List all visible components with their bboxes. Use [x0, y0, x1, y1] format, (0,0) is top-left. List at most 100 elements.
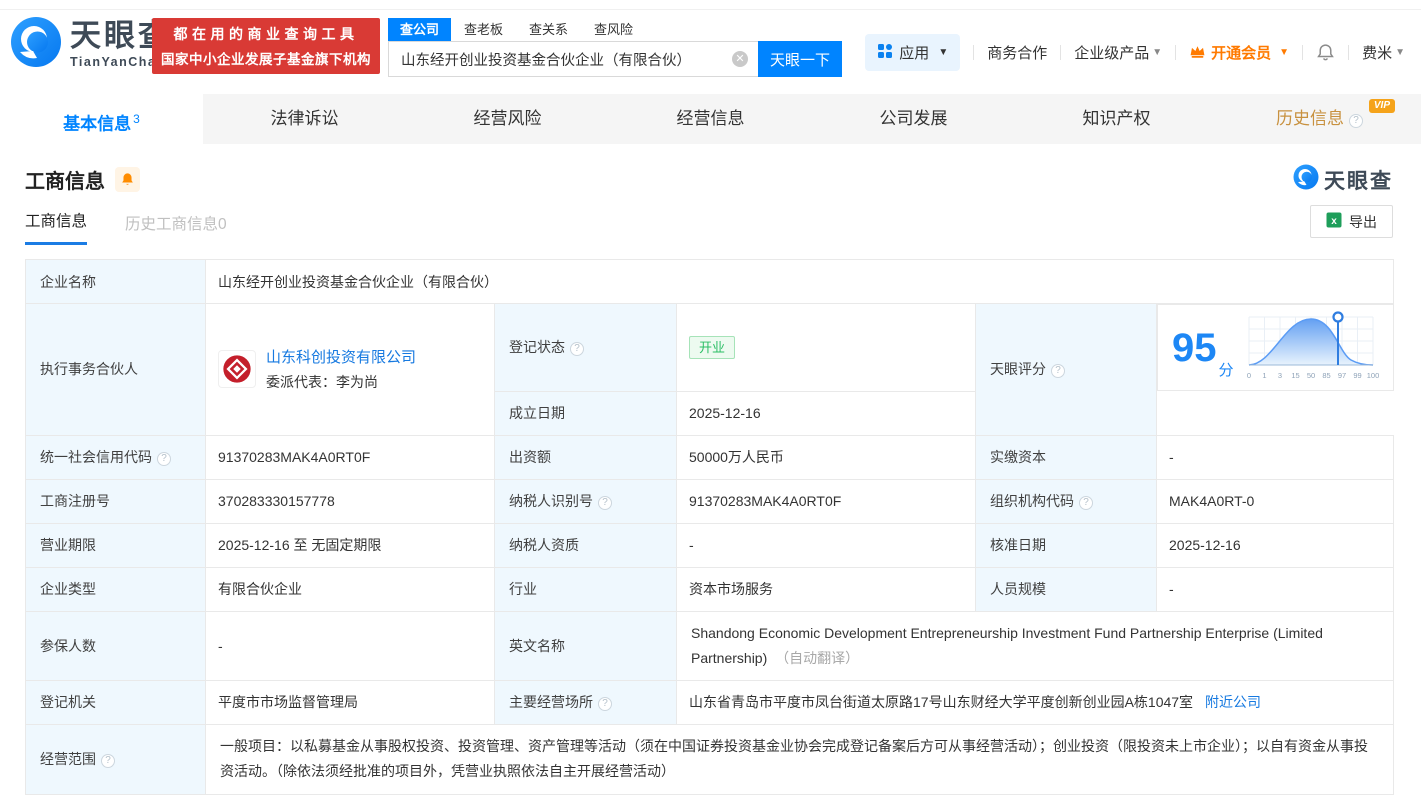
svg-text:97: 97	[1337, 371, 1345, 380]
partner-label: 执行事务合伙人	[26, 304, 206, 436]
type-value: 有限合伙企业	[206, 567, 495, 611]
tab-legal[interactable]: 法律诉讼	[203, 94, 406, 144]
svg-text:50: 50	[1306, 371, 1314, 380]
address-cell: 山东省青岛市平度市凤台街道太原路17号山东财经大学平度创新创业园A栋1047室 …	[677, 680, 1394, 724]
help-icon[interactable]	[101, 754, 115, 768]
chevron-down-icon: ▼	[1152, 47, 1162, 58]
staff-value: -	[1157, 567, 1394, 611]
taxid-value: 91370283MAK4A0RT0F	[677, 479, 976, 523]
tab-operation-info[interactable]: 经营信息	[609, 94, 812, 144]
monitor-bell-icon[interactable]	[115, 167, 140, 192]
establish-date-label: 成立日期	[495, 391, 677, 435]
search-tab-risk[interactable]: 查风险	[581, 18, 646, 41]
help-icon[interactable]	[1349, 114, 1363, 128]
help-icon[interactable]	[570, 342, 584, 356]
tianyancha-watermark: 天眼查	[1293, 164, 1393, 195]
authority-value: 平度市市场监督管理局	[206, 680, 495, 724]
subtab-business-info[interactable]: 工商信息	[25, 209, 87, 245]
nav-divider	[1175, 45, 1176, 60]
taxqual-value: -	[677, 523, 976, 567]
tab-company-development[interactable]: 公司发展	[812, 94, 1015, 144]
username: 费米	[1362, 42, 1392, 63]
apps-menu[interactable]: 应用 ▼	[865, 34, 960, 71]
tianyancha-logo-icon	[10, 16, 62, 73]
excel-icon: x	[1326, 212, 1342, 231]
promo-line2: 国家中小企业发展子基金旗下机构	[161, 48, 371, 68]
uscc-label: 统一社会信用代码	[26, 435, 206, 479]
en-name-label: 英文名称	[495, 611, 677, 680]
apps-label: 应用	[899, 42, 929, 63]
tab-history-info-label: 历史信息	[1276, 109, 1344, 128]
clear-search-icon[interactable]: ✕	[732, 51, 748, 67]
score-distribution-chart: 0131550859799100	[1242, 309, 1382, 386]
section-title: 工商信息	[25, 165, 105, 194]
tab-operation-risk[interactable]: 经营风险	[406, 94, 609, 144]
apps-grid-icon	[877, 43, 893, 63]
address-value: 山东省青岛市平度市凤台街道太原路17号山东财经大学平度创新创业园A栋1047室	[689, 694, 1193, 710]
promo-line1: 都在用的商业查询工具	[174, 24, 359, 44]
search-tab-boss[interactable]: 查老板	[451, 18, 516, 41]
tianyancha-watermark-icon	[1293, 164, 1319, 195]
reg-status-label: 登记状态	[495, 304, 677, 392]
taxqual-label: 纳税人资质	[495, 523, 677, 567]
term-label: 营业期限	[26, 523, 206, 567]
nav-divider	[1060, 45, 1061, 60]
search-button[interactable]: 天眼一下	[758, 41, 842, 77]
establish-date-value: 2025-12-16	[677, 391, 976, 435]
address-label: 主要经营场所	[495, 680, 677, 724]
search-tab-company[interactable]: 查公司	[388, 18, 451, 41]
help-icon[interactable]	[157, 452, 171, 466]
auto-translate-note: （自动翻译）	[775, 650, 859, 666]
tab-history-info[interactable]: VIP 历史信息	[1218, 94, 1421, 144]
user-menu[interactable]: 费米 ▼	[1362, 42, 1405, 63]
industry-label: 行业	[495, 567, 677, 611]
subtab-row: 工商信息 历史工商信息0 x 导出	[0, 211, 1421, 245]
table-row: 企业名称 山东经开创业投资基金合伙企业（有限合伙）	[26, 260, 1394, 304]
nav-vip[interactable]: 开通会员 ▼	[1189, 42, 1289, 63]
chevron-down-icon: ▼	[1279, 47, 1289, 58]
score-label: 天眼评分	[976, 304, 1157, 436]
search-input[interactable]	[388, 41, 758, 77]
chevron-down-icon: ▼	[1395, 47, 1405, 58]
authority-label: 登记机关	[26, 680, 206, 724]
uscc-value: 91370283MAK4A0RT0F	[206, 435, 495, 479]
help-icon[interactable]	[598, 496, 612, 510]
scope-value: 一般项目：以私募基金从事股权投资、投资管理、资产管理等活动（须在中国证券投资基金…	[206, 724, 1394, 794]
tab-intellectual-property[interactable]: 知识产权	[1015, 94, 1218, 144]
svg-text:1: 1	[1262, 371, 1266, 380]
search-tab-relation[interactable]: 查关系	[516, 18, 581, 41]
table-row: 工商注册号 370283330157778 纳税人识别号 91370283MAK…	[26, 479, 1394, 523]
insured-label: 参保人数	[26, 611, 206, 680]
company-name-label: 企业名称	[26, 260, 206, 304]
nav-enterprise[interactable]: 企业级产品 ▼	[1074, 42, 1162, 63]
table-row: 登记机关 平度市市场监督管理局 主要经营场所 山东省青岛市平度市凤台街道太原路1…	[26, 680, 1394, 724]
partner-company-link[interactable]: 山东科创投资有限公司	[266, 349, 416, 366]
help-icon[interactable]	[1079, 496, 1093, 510]
svg-text:100: 100	[1366, 371, 1379, 380]
tab-basic-info[interactable]: 基本信息3	[0, 94, 203, 144]
site-header: 天眼查 TianYanCha.com 都在用的商业查询工具 国家中小企业发展子基…	[0, 10, 1421, 94]
help-icon[interactable]	[598, 697, 612, 711]
reg-status-cell: 开业	[677, 304, 976, 392]
nav-cooperation[interactable]: 商务合作	[987, 42, 1047, 63]
business-info-table: 企业名称 山东经开创业投资基金合伙企业（有限合伙） 执行事务合伙人 山东科创投资…	[25, 259, 1394, 795]
partner-company-logo[interactable]	[218, 350, 256, 388]
taxid-label: 纳税人识别号	[495, 479, 677, 523]
nav-divider	[1348, 45, 1349, 60]
subtab-history-business-info[interactable]: 历史工商信息0	[125, 212, 227, 245]
search-tabs: 查公司 查老板 查关系 查风险	[388, 18, 842, 41]
paidin-label: 实缴资本	[976, 435, 1157, 479]
svg-text:0: 0	[1246, 371, 1250, 380]
promo-banner: 都在用的商业查询工具 国家中小企业发展子基金旗下机构	[152, 18, 380, 74]
export-button[interactable]: x 导出	[1310, 205, 1393, 238]
company-tabbar: 基本信息3 法律诉讼 经营风险 经营信息 公司发展 知识产权 VIP 历史信息	[0, 94, 1421, 144]
reg-status-label-text: 登记状态	[509, 339, 565, 355]
help-icon[interactable]	[1051, 364, 1065, 378]
notification-bell[interactable]	[1316, 43, 1335, 62]
staff-label: 人员规模	[976, 567, 1157, 611]
table-row: 企业类型 有限合伙企业 行业 资本市场服务 人员规模 -	[26, 567, 1394, 611]
nearby-companies-link[interactable]: 附近公司	[1205, 694, 1261, 710]
orgcode-label: 组织机构代码	[976, 479, 1157, 523]
partner-cell: 山东科创投资有限公司 委派代表：李为尚	[206, 304, 495, 436]
scope-label-text: 经营范围	[40, 751, 96, 767]
